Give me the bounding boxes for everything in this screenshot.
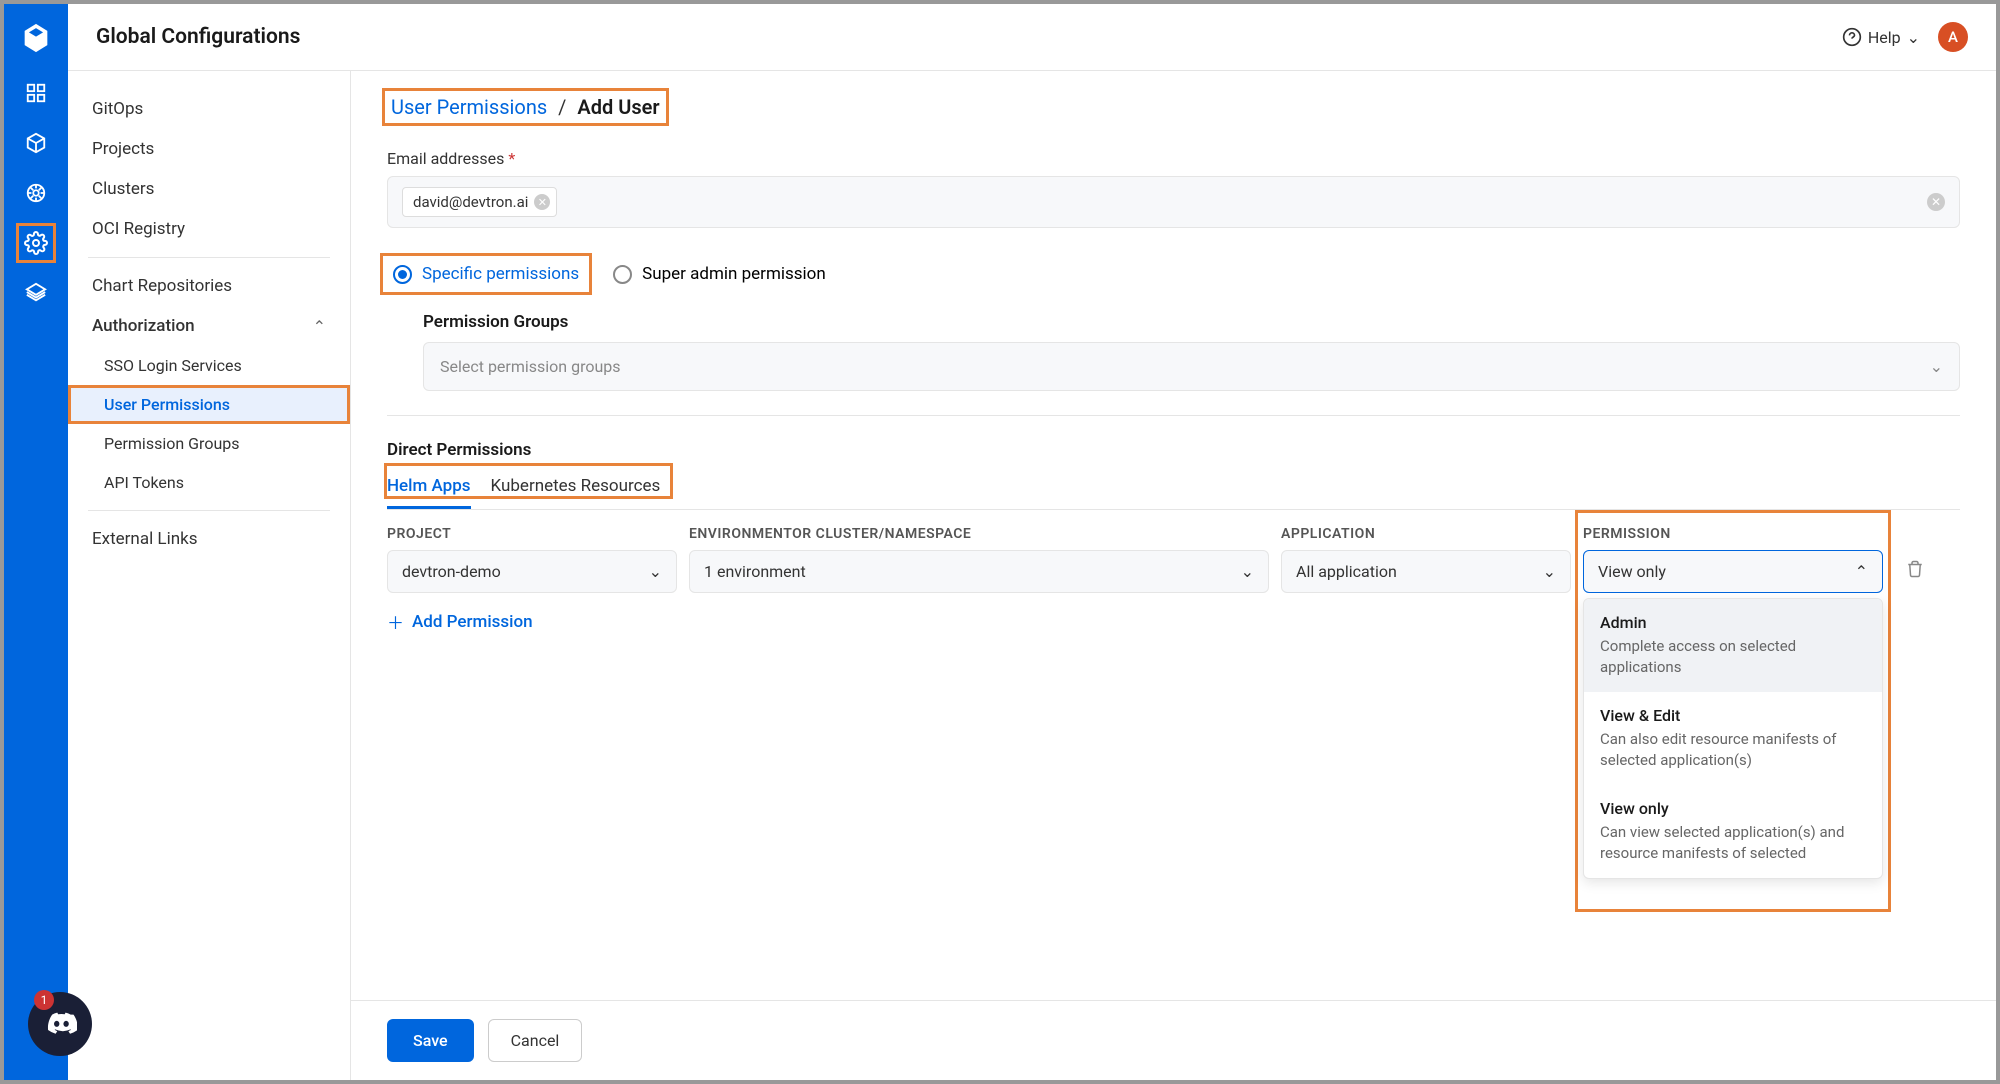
radio-icon — [393, 265, 412, 284]
discord-button[interactable]: 1 — [28, 992, 92, 1056]
perm-grid-headers: PROJECT ENVIRONMENTOR CLUSTER/NAMESPACE … — [387, 526, 1960, 542]
help-link[interactable]: Help ⌄ — [1842, 27, 1920, 47]
sidebar-item-clusters[interactable]: Clusters — [68, 169, 350, 209]
cube-icon[interactable] — [23, 130, 49, 156]
permission-dropdown: Admin Complete access on selected applic… — [1583, 598, 1883, 879]
plus-icon: ＋ — [387, 609, 404, 634]
chevron-up-icon: ⌃ — [313, 317, 326, 336]
radio-super-admin[interactable]: Super admin permission — [613, 264, 826, 284]
cancel-button[interactable]: Cancel — [488, 1019, 583, 1062]
perm-option-view-only[interactable]: View only Can view selected application(… — [1584, 785, 1882, 878]
chevron-down-icon: ⌄ — [649, 562, 662, 581]
email-input[interactable]: david@devtron.ai ✕ ✕ — [387, 176, 1960, 228]
sidebar: GitOps Projects Clusters OCI Registry Ch… — [68, 71, 351, 1080]
divider — [88, 510, 330, 511]
email-label: Email addresses * — [387, 149, 1960, 168]
select-permission[interactable]: View only ⌃ — [1583, 550, 1883, 593]
email-chip: david@devtron.ai ✕ — [402, 187, 557, 217]
chip-remove-icon[interactable]: ✕ — [534, 194, 550, 210]
page-title: Global Configurations — [96, 25, 300, 49]
main-content: User Permissions / Add User Email addres… — [351, 71, 1996, 1080]
settings-gear-icon[interactable] — [23, 230, 49, 256]
col-app: APPLICATION — [1281, 526, 1571, 542]
perm-option-admin[interactable]: Admin Complete access on selected applic… — [1584, 599, 1882, 692]
col-permission: PERMISSION — [1583, 526, 1883, 542]
perm-row: devtron-demo ⌄ 1 environment ⌄ All appli… — [387, 550, 1960, 593]
sidebar-item-api-tokens[interactable]: API Tokens — [68, 463, 350, 502]
col-env: ENVIRONMENTOR CLUSTER/NAMESPACE — [689, 526, 1269, 542]
perm-option-view-edit[interactable]: View & Edit Can also edit resource manif… — [1584, 692, 1882, 785]
top-header: Global Configurations Help ⌄ A — [68, 4, 1996, 71]
sidebar-item-external-links[interactable]: External Links — [68, 519, 350, 559]
sidebar-item-chart-repos[interactable]: Chart Repositories — [68, 266, 350, 306]
sidebar-item-permission-groups[interactable]: Permission Groups — [68, 424, 350, 463]
sidebar-item-sso[interactable]: SSO Login Services — [68, 346, 350, 385]
sidebar-item-projects[interactable]: Projects — [68, 129, 350, 169]
chevron-down-icon: ⌄ — [1930, 357, 1943, 376]
select-app[interactable]: All application ⌄ — [1281, 550, 1571, 593]
direct-perm-tabs: Helm Apps Kubernetes Resources — [387, 470, 1960, 510]
clear-all-icon[interactable]: ✕ — [1927, 193, 1945, 211]
chevron-down-icon: ⌄ — [1907, 28, 1920, 47]
perm-groups-label: Permission Groups — [423, 312, 1960, 332]
notification-count: 1 — [34, 990, 54, 1010]
left-rail — [4, 4, 68, 1080]
divider — [387, 415, 1960, 416]
col-project: PROJECT — [387, 526, 677, 542]
select-project[interactable]: devtron-demo ⌄ — [387, 550, 677, 593]
save-button[interactable]: Save — [387, 1019, 474, 1062]
divider — [88, 257, 330, 258]
layers-icon[interactable] — [23, 280, 49, 306]
permission-mode-radios: Specific permissions Super admin permiss… — [387, 260, 1960, 288]
wheel-icon[interactable] — [23, 180, 49, 206]
sidebar-item-gitops[interactable]: GitOps — [68, 89, 350, 129]
sidebar-item-oci[interactable]: OCI Registry — [68, 209, 350, 249]
app-logo-icon[interactable] — [18, 20, 54, 56]
radio-icon — [613, 265, 632, 284]
chevron-up-icon: ⌃ — [1855, 562, 1868, 581]
avatar[interactable]: A — [1938, 22, 1968, 52]
select-env[interactable]: 1 environment ⌄ — [689, 550, 1269, 593]
footer-bar: Save Cancel — [351, 1000, 1996, 1080]
radio-specific-permissions[interactable]: Specific permissions — [387, 260, 585, 288]
chevron-down-icon: ⌄ — [1241, 562, 1254, 581]
sidebar-item-user-permissions[interactable]: User Permissions — [68, 385, 350, 424]
breadcrumb: User Permissions / Add User — [387, 93, 664, 121]
sidebar-group-authorization[interactable]: Authorization ⌃ — [68, 306, 350, 346]
grid-icon[interactable] — [23, 80, 49, 106]
help-label: Help — [1868, 28, 1901, 47]
chevron-down-icon: ⌄ — [1543, 562, 1556, 581]
perm-groups-select[interactable]: Select permission groups ⌄ — [423, 342, 1960, 391]
delete-row-icon[interactable] — [1895, 560, 1935, 583]
breadcrumb-current: Add User — [577, 95, 659, 119]
breadcrumb-link[interactable]: User Permissions — [391, 95, 547, 119]
direct-perms-label: Direct Permissions — [387, 440, 1960, 460]
